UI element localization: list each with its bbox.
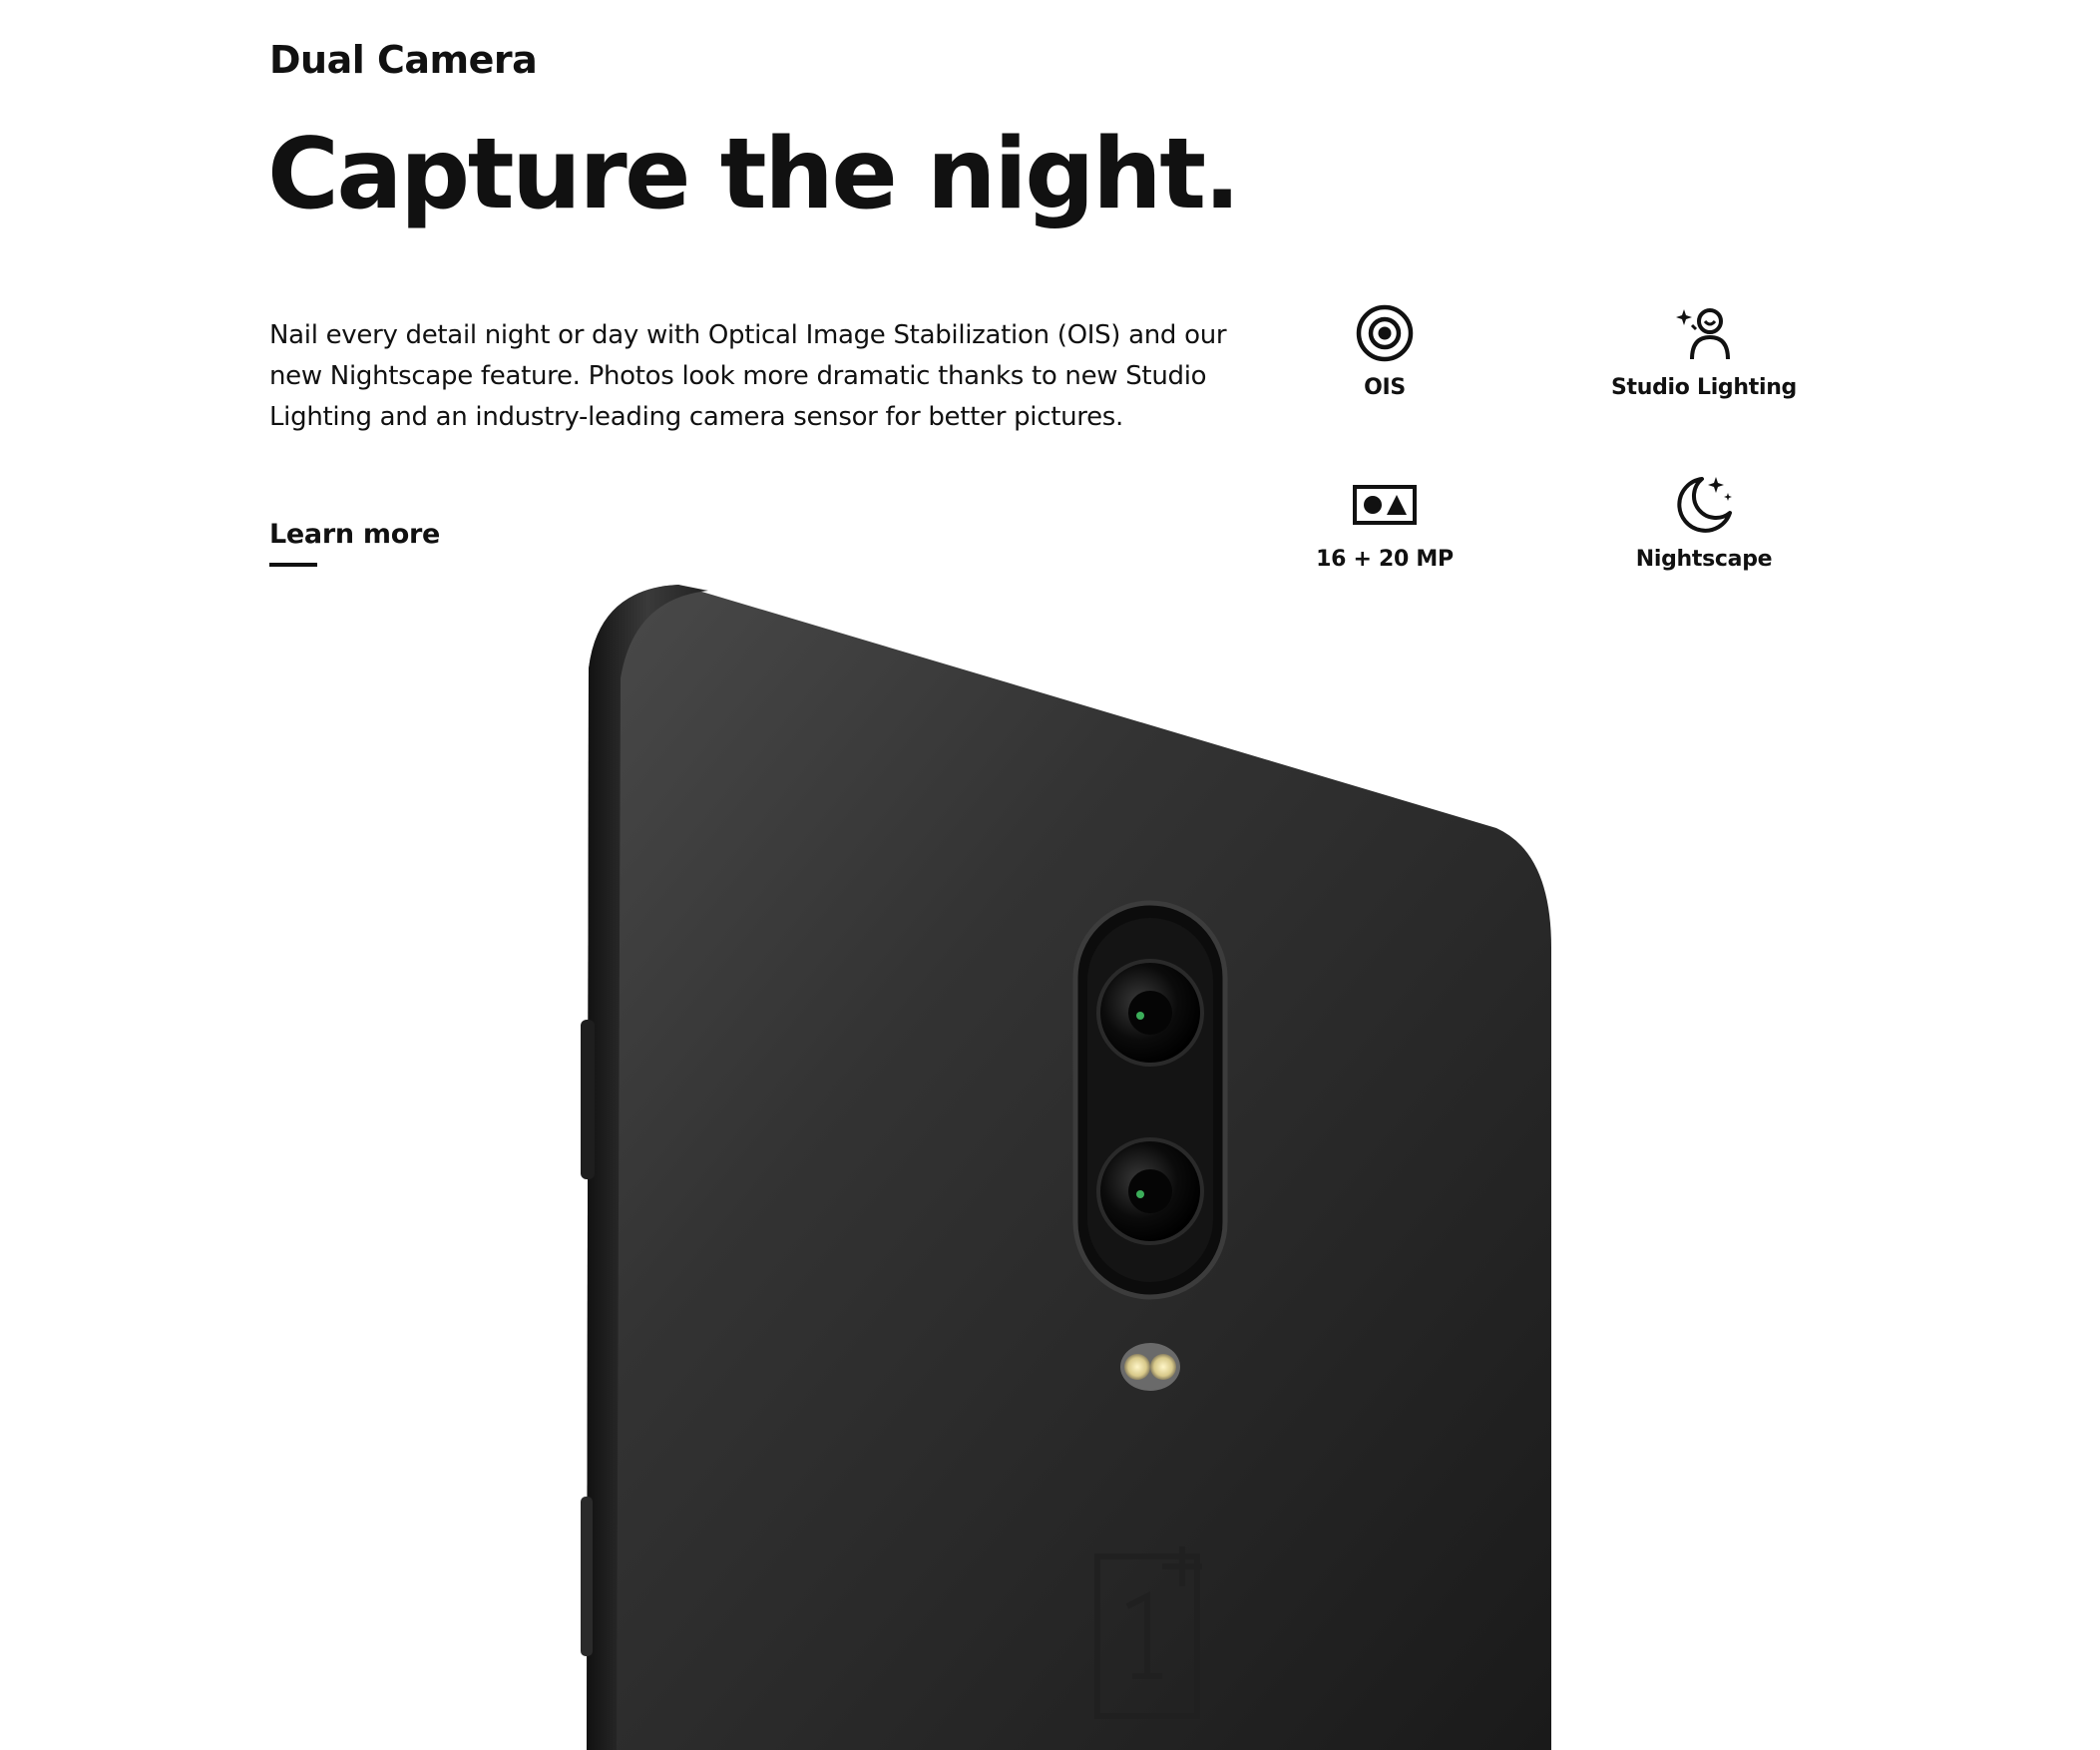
dual-lens-icon — [1353, 485, 1417, 525]
section-eyebrow: Dual Camera — [269, 38, 538, 82]
page-title: Capture the night. — [267, 118, 1241, 231]
ois-icon — [1356, 304, 1414, 362]
feature-ois-label: OIS — [1364, 375, 1406, 400]
learn-more-link[interactable]: Learn more — [269, 519, 440, 550]
moon-stars-icon — [1677, 477, 1732, 533]
feature-studio-lighting-label: Studio Lighting — [1610, 375, 1798, 400]
studio-lighting-icon — [1676, 308, 1730, 360]
feature-studio-lighting: Studio Lighting — [1574, 301, 1834, 400]
feature-megapixels: 16 + 20 MP — [1255, 473, 1514, 572]
section-description: Nail every detail night or day with Opti… — [269, 320, 1227, 432]
feature-nightscape-label: Nightscape — [1635, 547, 1773, 572]
phone-back-image — [581, 585, 1551, 1750]
learn-more-underline — [269, 563, 317, 567]
feature-ois: OIS — [1255, 301, 1514, 400]
product-image — [559, 569, 1556, 1750]
feature-nightscape: Nightscape — [1574, 473, 1834, 572]
